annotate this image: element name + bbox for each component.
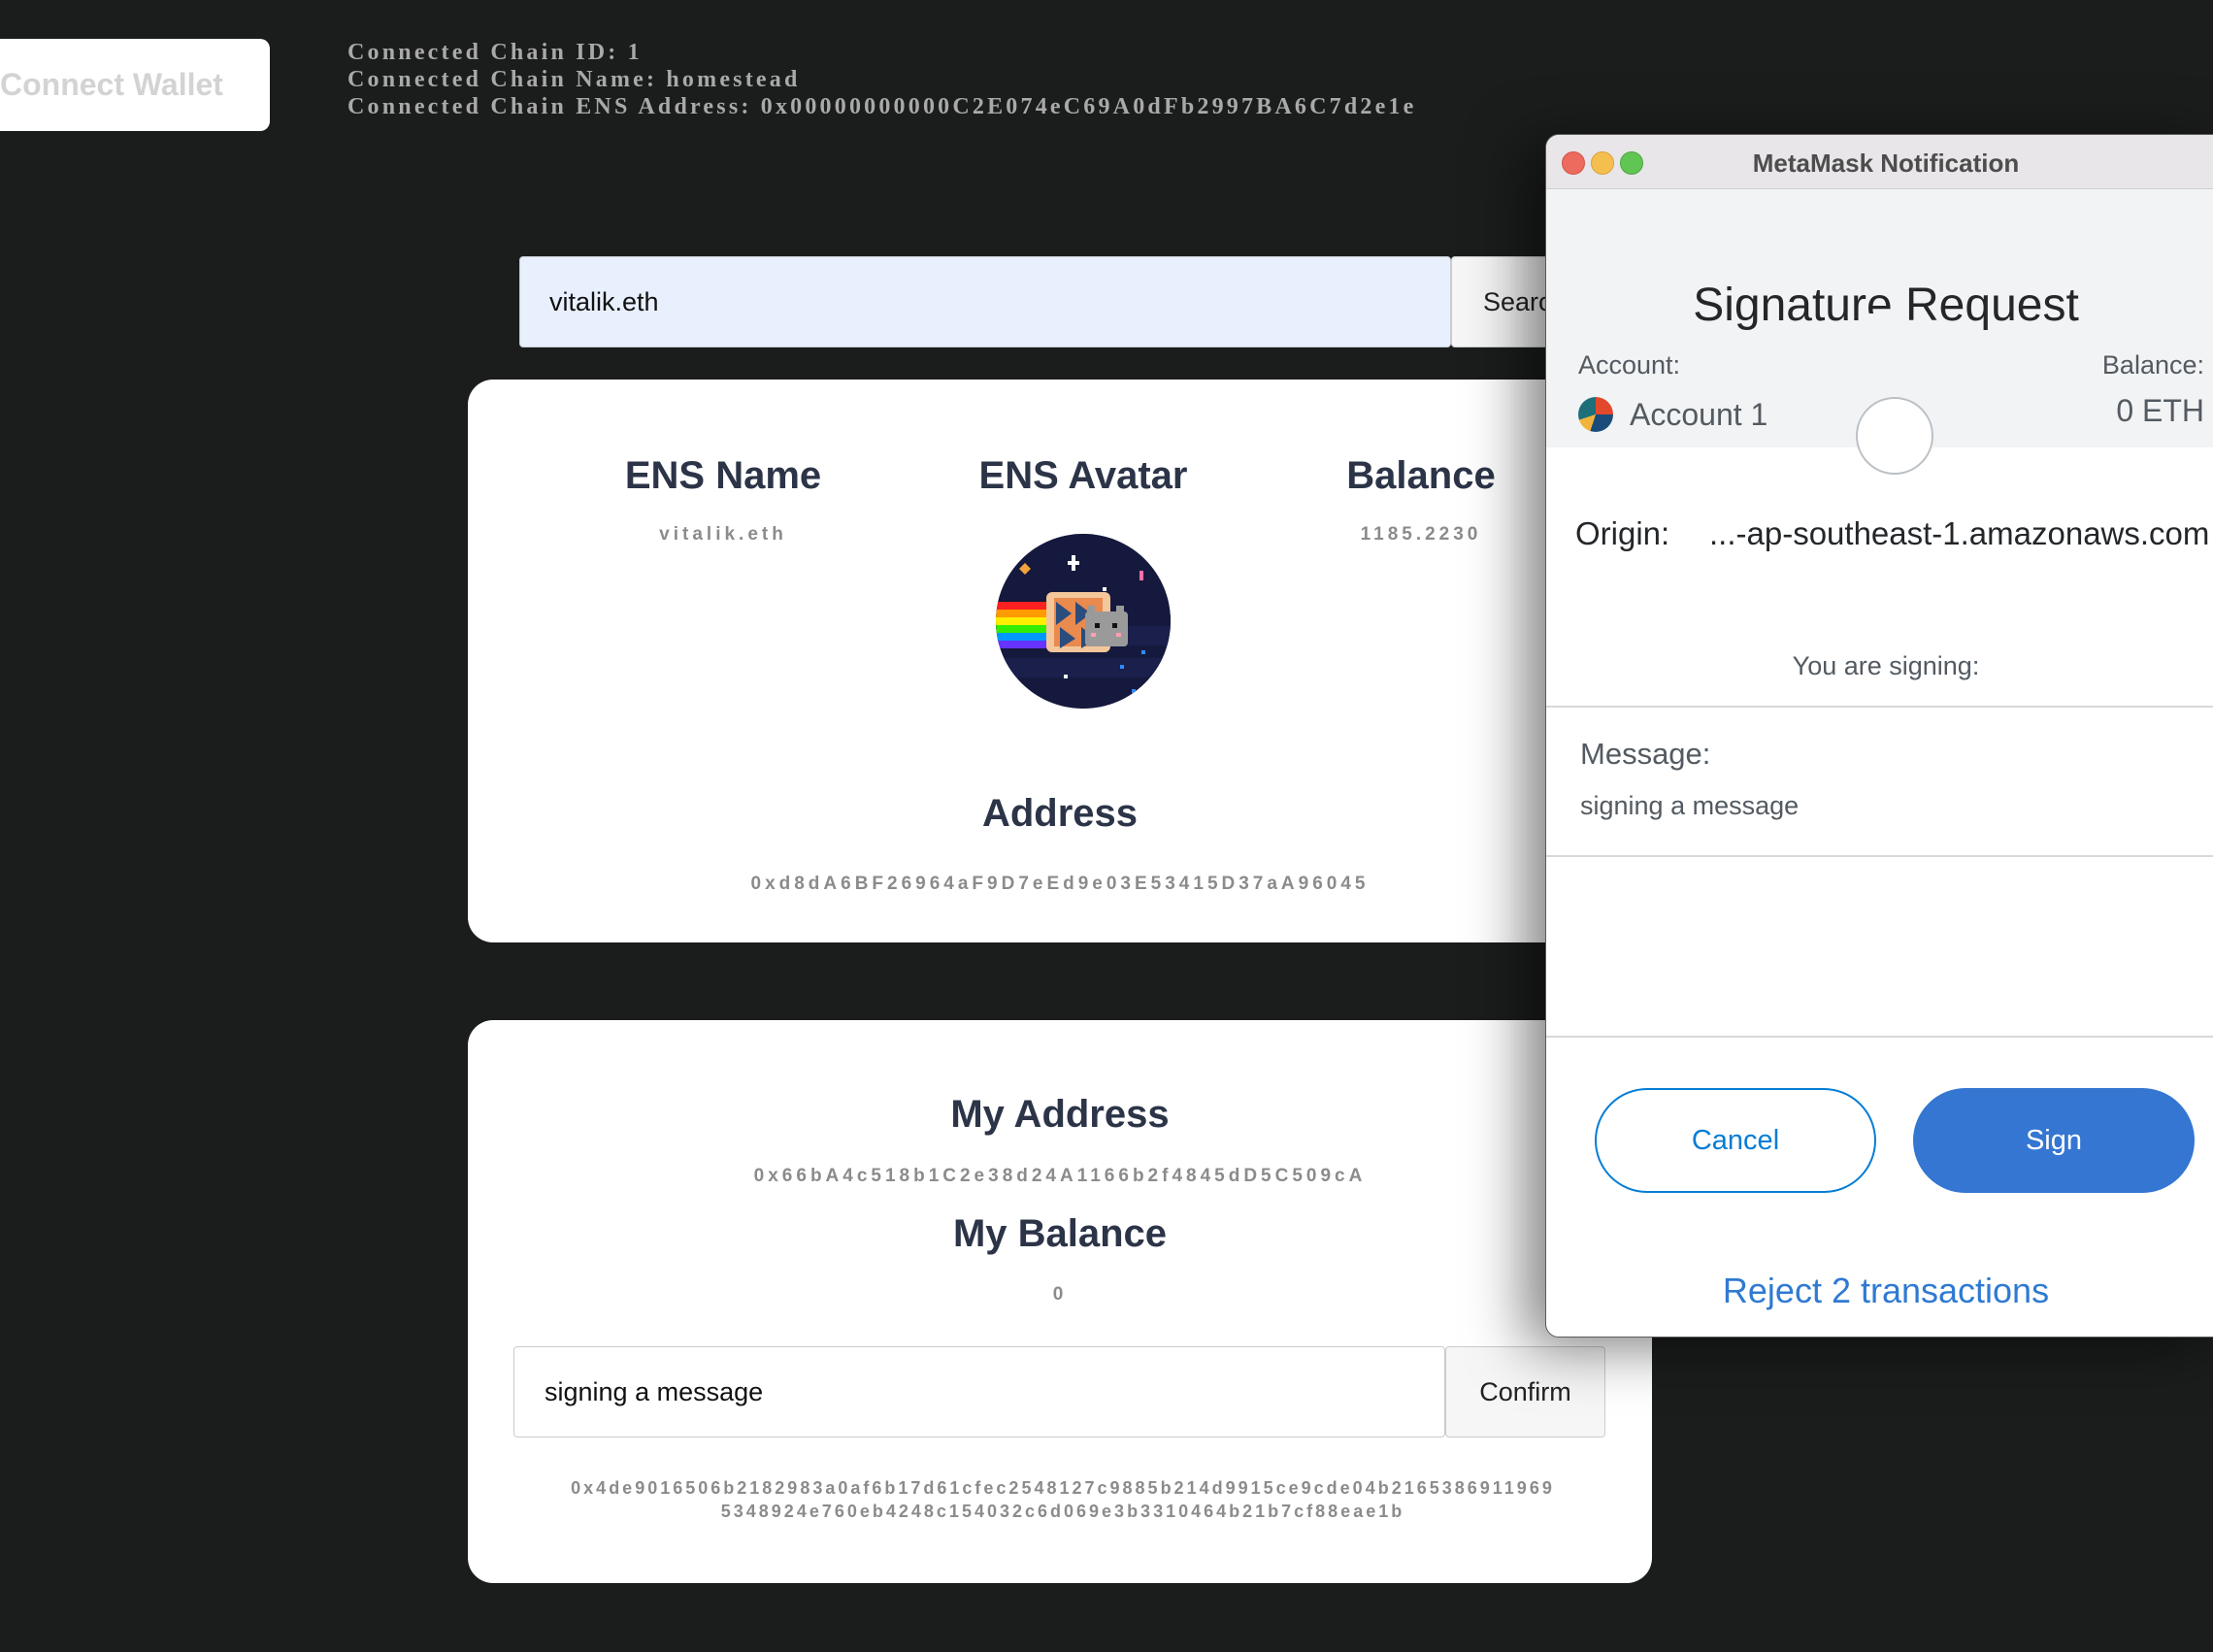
recipient-circle-icon bbox=[1856, 397, 1933, 475]
cancel-button[interactable]: Cancel bbox=[1595, 1088, 1876, 1193]
chain-info: Connected Chain ID: 1 Connected Chain Na… bbox=[347, 39, 1417, 120]
my-address-value: 0x66bA4c518b1C2e38d24A1166b2f4845dD5C509… bbox=[753, 1166, 1367, 1186]
account-label: Account: bbox=[1578, 350, 1681, 380]
connect-wallet-button[interactable]: Connect Wallet bbox=[0, 39, 270, 131]
ens-search-input[interactable]: vitalik.eth bbox=[519, 256, 1451, 347]
ens-avatar-heading: ENS Avatar bbox=[978, 454, 1188, 497]
header-notch bbox=[1865, 314, 1907, 335]
my-balance-value: 0 bbox=[1052, 1284, 1068, 1305]
account-balance: 0 ETH bbox=[2116, 393, 2204, 428]
account-name: Account 1 bbox=[1630, 397, 1768, 432]
message-label: Message: bbox=[1580, 737, 1711, 771]
origin-value: ...-ap-southeast-1.amazonaws.com bbox=[1709, 515, 2210, 551]
metamask-notification-window: MetaMask Notification Signature Request … bbox=[1545, 134, 2213, 1338]
divider-bottom bbox=[1546, 1036, 2213, 1038]
sign-button[interactable]: Sign bbox=[1913, 1088, 2195, 1193]
confirm-button[interactable]: Confirm bbox=[1445, 1346, 1605, 1437]
window-title: MetaMask Notification bbox=[1752, 149, 2020, 178]
balance-value: 1185.2230 bbox=[1360, 524, 1482, 545]
ens-avatar-image bbox=[996, 534, 1171, 709]
account-avatar-icon bbox=[1578, 397, 1613, 432]
chain-name: Connected Chain Name: homestead bbox=[347, 67, 801, 92]
balance-heading: Balance bbox=[1346, 454, 1496, 497]
address-value: 0xd8dA6BF26964aF9D7eEd9e03E53415D37aA960… bbox=[750, 874, 1370, 894]
signature-line-1: 0x4de9016506b2182983a0af6b17d61cfec25481… bbox=[571, 1478, 1555, 1498]
message-content: signing a message bbox=[1580, 791, 1800, 820]
ens-name-heading: ENS Name bbox=[624, 454, 822, 497]
balance-label: Balance: bbox=[2101, 350, 2204, 380]
chain-id: Connected Chain ID: 1 bbox=[347, 40, 643, 65]
my-address-heading: My Address bbox=[950, 1093, 1170, 1136]
my-balance-heading: My Balance bbox=[952, 1212, 1168, 1255]
signing-label: You are signing: bbox=[1792, 651, 1980, 680]
reject-transactions-link[interactable]: Reject 2 transactions bbox=[1546, 1271, 2213, 1311]
divider-message bbox=[1546, 855, 2213, 857]
ens-name-value: vitalik.eth bbox=[659, 524, 787, 545]
window-titlebar: MetaMask Notification bbox=[1546, 135, 2213, 189]
address-heading: Address bbox=[981, 792, 1139, 835]
chain-ens-address: Connected Chain ENS Address: 0x000000000… bbox=[347, 94, 1417, 119]
signature-output: 0x4de9016506b2182983a0af6b17d61cfec25481… bbox=[485, 1476, 1640, 1523]
origin-label: Origin: bbox=[1575, 515, 1670, 551]
signature-line-2: 5348924e760eb4248c154032c6d069e3b3310464… bbox=[720, 1502, 1405, 1521]
message-input[interactable]: signing a message bbox=[513, 1346, 1445, 1437]
divider-top bbox=[1546, 706, 2213, 708]
